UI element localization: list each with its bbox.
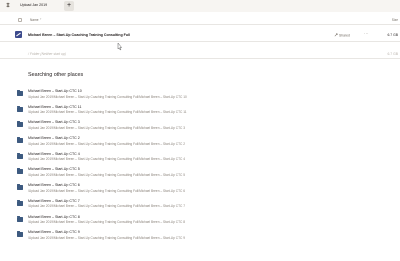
breadcrumb[interactable]: Upload Jan 2019 (20, 3, 47, 7)
share-button[interactable]: Shared (334, 33, 350, 37)
result-title[interactable]: Michael Breen – Start-Up CTC 7 (28, 199, 80, 203)
result-path: /Upload Jan 2019/Michael Breen – Start-U… (28, 204, 185, 209)
folder-icon (17, 121, 23, 128)
size-column-header[interactable]: Size (392, 18, 398, 22)
result-path: /Upload Jan 2019/Michael Breen – Start-U… (28, 125, 185, 130)
search-result-item[interactable]: Michael Breen – Start-Up CTC 8/Upload Ja… (0, 213, 400, 229)
search-result-item[interactable]: Michael Breen – Start-Up CTC 11/Upload J… (0, 103, 400, 119)
result-title[interactable]: Michael Breen – Start-Up CTC 4 (28, 152, 80, 156)
result-path: /Upload Jan 2019/Michael Breen – Start-U… (28, 94, 187, 99)
top-bar: Upload Jan 2019 + (0, 0, 400, 12)
share-label: Shared (338, 33, 350, 37)
folder-icon (17, 215, 23, 222)
result-title[interactable]: Michael Breen – Start-Up CTC 9 (28, 230, 80, 234)
placeholder-size: 6.7 GB (387, 51, 398, 56)
result-path: /Upload Jan 2019/Michael Breen – Start-U… (28, 235, 185, 240)
dropbox-menu-icon[interactable] (5, 2, 11, 8)
search-result-item[interactable]: Michael Breen – Start-Up CTC 5/Upload Ja… (0, 165, 400, 181)
result-title[interactable]: Michael Breen – Start-Up CTC 8 (28, 215, 80, 219)
result-title[interactable]: Michael Breen – Start-Up CTC 6 (28, 183, 80, 187)
result-title[interactable]: Michael Breen – Start-Up CTC 10 (28, 89, 82, 93)
list-header: Name ↑ Size (0, 14, 400, 25)
file-row[interactable]: Michael Breen – Start-Up Coaching Traini… (0, 28, 400, 42)
search-results: Michael Breen – Start-Up CTC 10/Upload J… (0, 87, 400, 244)
folder-icon (17, 168, 23, 175)
search-result-item[interactable]: Michael Breen – Start-Up CTC 9/Upload Ja… (0, 228, 400, 244)
result-title[interactable]: Michael Breen – Start-Up CTC 2 (28, 136, 80, 140)
link-icon (334, 33, 338, 36)
result-path: /Upload Jan 2019/Michael Breen – Start-U… (28, 188, 185, 193)
result-title[interactable]: Michael Breen – Start-Up CTC 3 (28, 120, 80, 124)
result-title[interactable]: Michael Breen – Start-Up CTC 11 (28, 105, 81, 109)
result-path: /Upload Jan 2019/Michael Breen – Start-U… (28, 157, 185, 162)
select-all-checkbox[interactable] (18, 17, 22, 22)
add-button[interactable]: + (64, 1, 74, 11)
folder-icon (17, 152, 23, 159)
file-size: 6.7 GB (387, 33, 398, 37)
file-icon (15, 31, 22, 38)
placeholder-name: / Folder (Neither start up) (28, 51, 66, 56)
search-result-item[interactable]: Michael Breen – Start-Up CTC 2/Upload Ja… (0, 134, 400, 150)
folder-icon (17, 184, 23, 191)
folder-icon (17, 90, 23, 96)
search-result-item[interactable]: Michael Breen – Start-Up CTC 7/Upload Ja… (0, 197, 400, 213)
search-result-item[interactable]: Michael Breen – Start-Up CTC 10/Upload J… (0, 87, 400, 103)
folder-icon (17, 199, 23, 206)
result-path: /Upload Jan 2019/Michael Breen – Start-U… (28, 220, 185, 224)
folder-icon (17, 137, 23, 144)
result-path: /Upload Jan 2019/Michael Breen – Start-U… (28, 172, 185, 177)
search-result-item[interactable]: Michael Breen – Start-Up CTC 6/Upload Ja… (0, 181, 400, 197)
folder-icon (17, 105, 23, 112)
name-column-header[interactable]: Name (30, 18, 39, 22)
section-title: Searching other places (28, 72, 84, 78)
result-title[interactable]: Michael Breen – Start-Up CTC 5 (28, 167, 80, 171)
result-path: /Upload Jan 2019/Michael Breen – Start-U… (28, 110, 187, 115)
file-name[interactable]: Michael Breen – Start-Up Coaching Traini… (28, 33, 130, 37)
folder-icon (17, 231, 23, 238)
more-options-button[interactable]: ··· (364, 32, 369, 36)
plus-icon: + (66, 2, 72, 9)
new-folder-placeholder-row[interactable]: / Folder (Neither start up) 6.7 GB (0, 48, 400, 59)
search-result-item[interactable]: Michael Breen – Start-Up CTC 4/Upload Ja… (0, 150, 400, 166)
search-result-item[interactable]: Michael Breen – Start-Up CTC 3/Upload Ja… (0, 118, 400, 134)
sort-arrow-icon[interactable]: ↑ (40, 17, 42, 21)
result-path: /Upload Jan 2019/Michael Breen – Start-U… (28, 141, 185, 146)
